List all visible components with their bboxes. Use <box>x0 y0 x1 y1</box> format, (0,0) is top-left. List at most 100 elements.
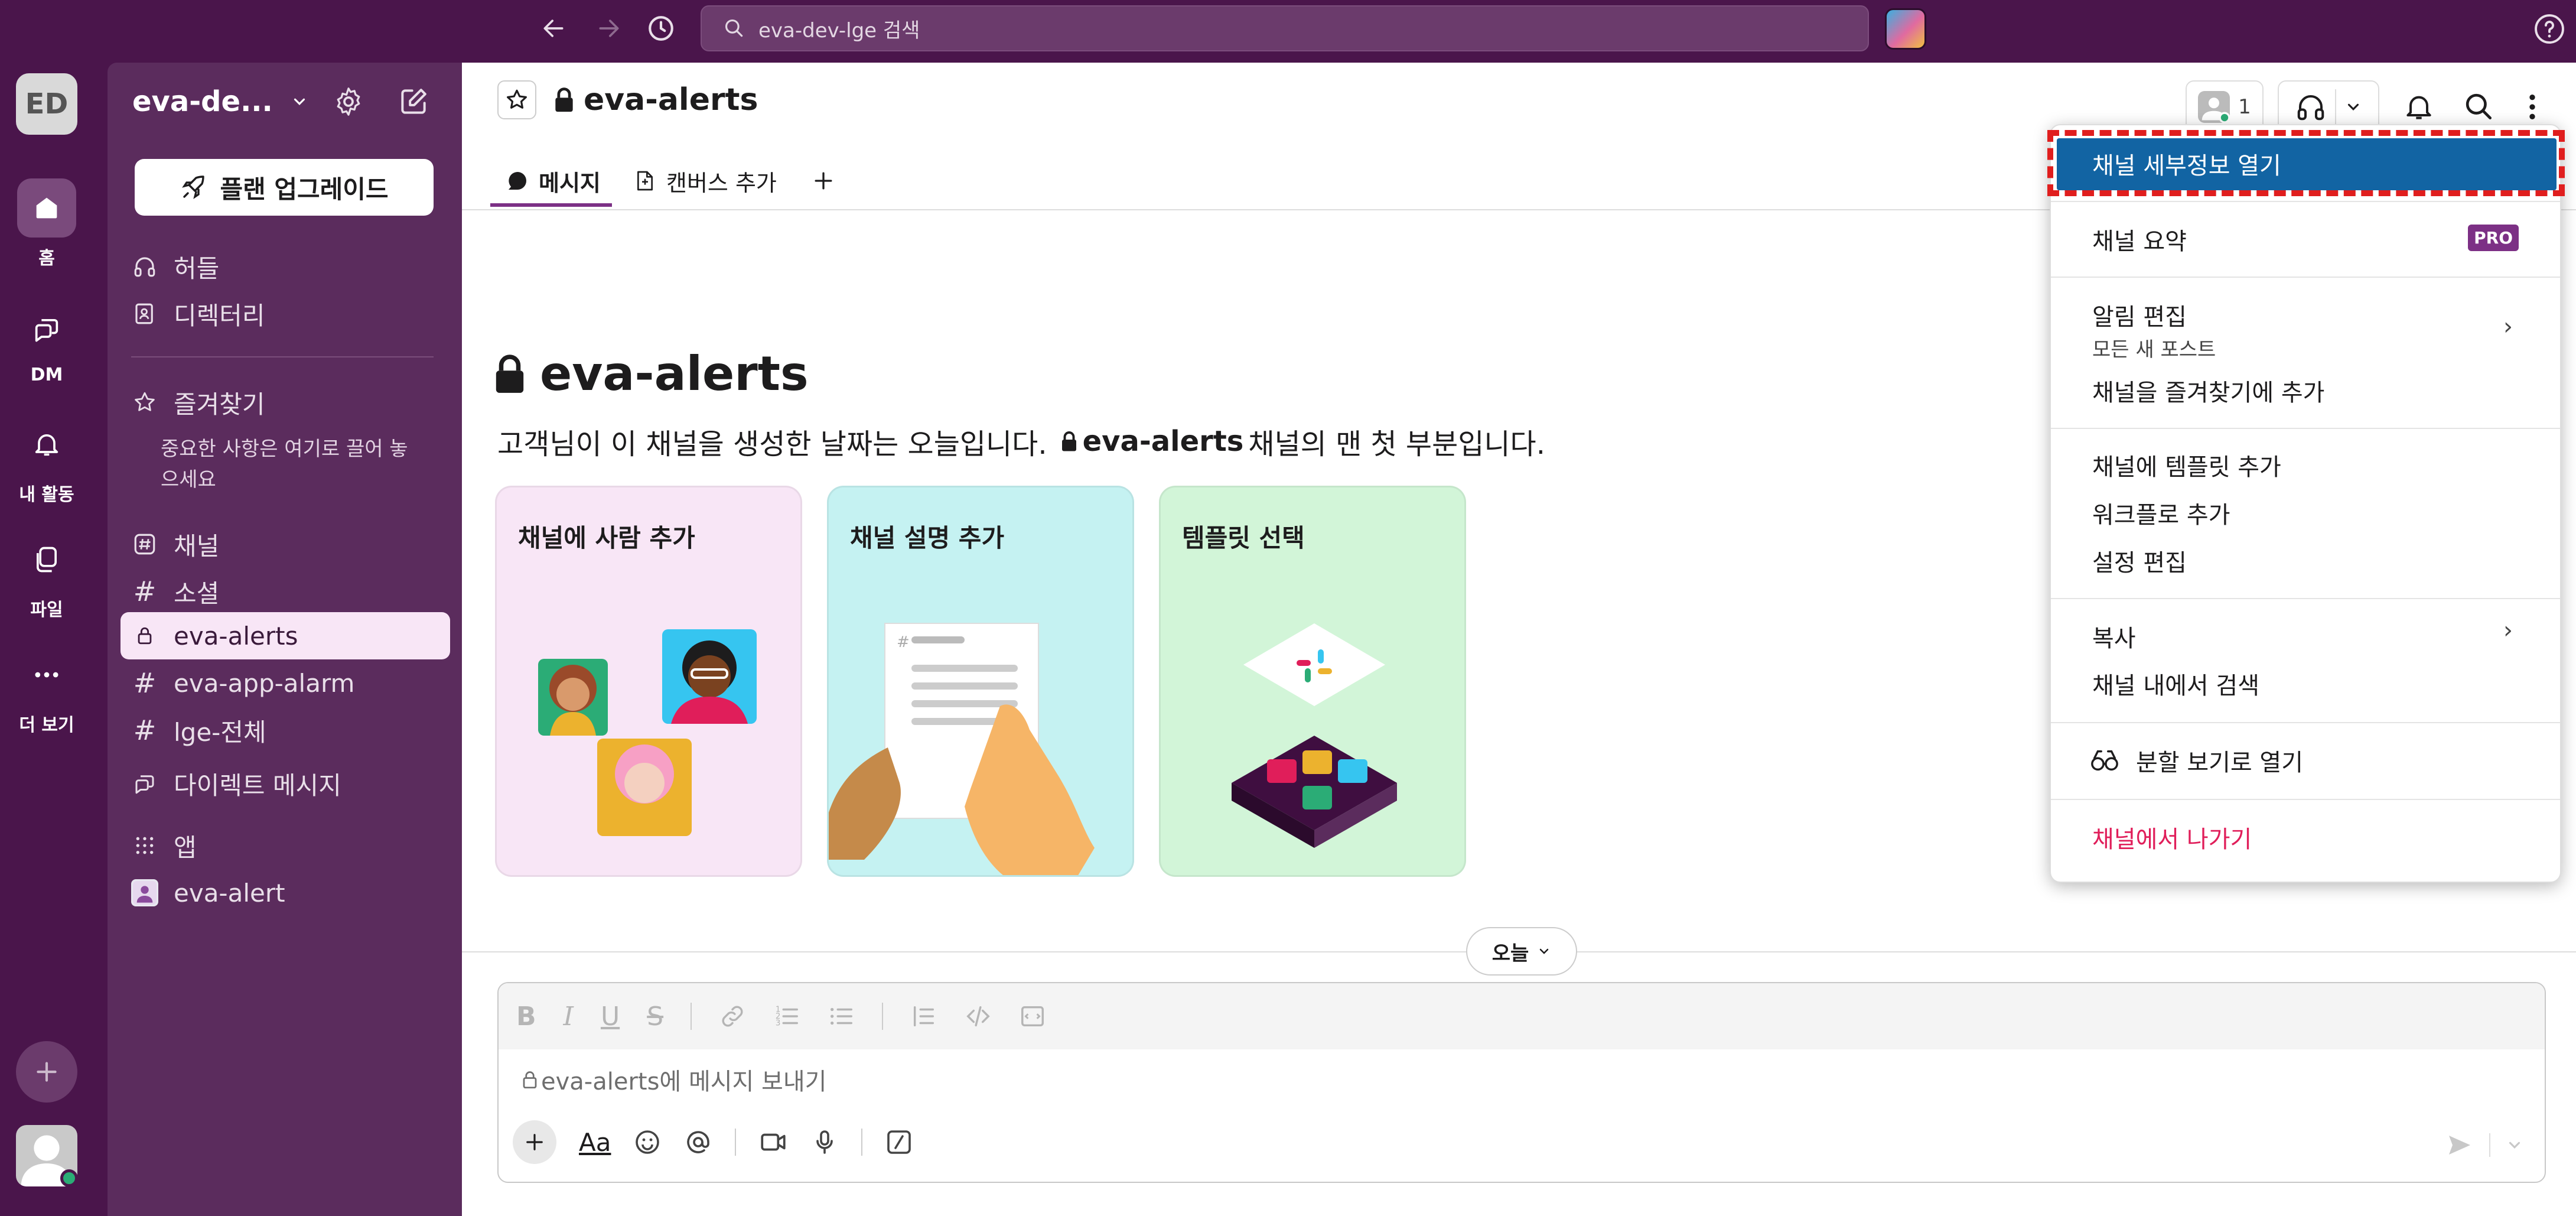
menu-divider <box>2051 428 2560 429</box>
lock-icon <box>555 87 573 112</box>
sidebar-item-app-eva-alert[interactable]: eva-alert <box>131 872 285 913</box>
menu-item-copy[interactable]: 복사 <box>2092 619 2136 653</box>
menu-item-add-template[interactable]: 채널에 템플릿 추가 <box>2092 448 2281 482</box>
tab-messages[interactable]: 메시지 <box>506 157 601 204</box>
card-add-people[interactable]: 채널에 사람 추가 <box>495 486 802 877</box>
italic-icon[interactable]: I <box>564 1002 574 1032</box>
plus-icon <box>37 1062 57 1082</box>
rail-item-home[interactable]: 홈 <box>0 178 93 269</box>
member-avatar-icon <box>2198 91 2230 123</box>
video-icon[interactable] <box>758 1127 788 1157</box>
menu-item-edit-notifications[interactable]: 알림 편집 <box>2092 298 2187 332</box>
search-bar[interactable]: eva-dev-lge 검색 <box>701 5 1869 51</box>
chevron-down-icon[interactable] <box>2344 98 2362 116</box>
composer-toolbar: Aa <box>513 1120 913 1164</box>
ordered-list-icon[interactable]: 123 <box>773 1003 800 1030</box>
compose-icon[interactable] <box>397 85 430 118</box>
menu-item-edit-settings[interactable]: 설정 편집 <box>2092 544 2187 578</box>
menu-item-add-workflow[interactable]: 워크플로 추가 <box>2092 496 2230 530</box>
channel-options-menu: 채널 세부정보 열기 채널 요약 PRO 알림 편집 모든 새 포스트 › 채널… <box>2047 124 2565 883</box>
lock-icon <box>1061 431 1076 451</box>
sidebar-section-starred[interactable]: 즐겨찾기 <box>131 382 265 423</box>
active-tab-indicator <box>490 203 612 207</box>
tab-add-canvas[interactable]: 캔버스 추가 <box>633 157 777 204</box>
sidebar-item-channel-eva-app-alarm[interactable]: # eva-app-alarm <box>131 662 355 704</box>
sidebar-item-channel-social[interactable]: # 소셜 <box>131 571 220 612</box>
sidebar-item-huddles[interactable]: 허들 <box>131 246 219 287</box>
attach-plus-button[interactable] <box>513 1120 556 1164</box>
top-bar: eva-dev-lge 검색 <box>0 0 2576 57</box>
rocket-icon <box>182 175 205 199</box>
chevron-down-icon <box>1540 948 1549 954</box>
rail-item-dm[interactable]: DM <box>0 300 93 385</box>
menu-item-channel-summary[interactable]: 채널 요약 <box>2092 222 2187 256</box>
workspace-icon[interactable]: ED <box>16 73 77 135</box>
workspace-name[interactable]: eva-de... <box>132 85 308 118</box>
history-clock-icon[interactable] <box>644 12 678 45</box>
online-status-dot <box>60 1169 78 1187</box>
bullet-list-icon[interactable] <box>828 1003 855 1030</box>
chevron-down-icon <box>294 98 305 105</box>
rail-item-activity[interactable]: 내 활동 <box>0 415 93 506</box>
split-view-icon <box>2091 750 2118 771</box>
date-divider-button[interactable]: 오늘 <box>1466 927 1577 976</box>
send-icon[interactable] <box>2445 1131 2474 1159</box>
channel-sidebar: eva-de... 플랜 업그레이드 허들 디렉터리 즐겨찾기 중요한 사항은 … <box>108 63 462 1216</box>
message-input[interactable]: eva-alerts에 메시지 보내기 <box>522 1062 826 1097</box>
user-profile-avatar-top[interactable] <box>1885 8 1926 50</box>
code-icon[interactable] <box>965 1003 992 1030</box>
emoji-icon[interactable] <box>633 1128 662 1156</box>
workspace-rail: ED 홈 DM 내 활동 파일 더 보기 <box>0 57 108 1216</box>
chevron-down-icon[interactable] <box>2506 1136 2523 1154</box>
forward-arrow-icon[interactable] <box>592 12 626 45</box>
add-tab-button[interactable] <box>810 157 836 204</box>
channel-header-title: eva-alerts <box>497 80 758 119</box>
document-illustration: # <box>829 623 1095 875</box>
sidebar-section-channels[interactable]: 채널 <box>131 524 219 565</box>
card-choose-template[interactable]: 템플릿 선택 <box>1159 486 1466 877</box>
blockquote-icon[interactable] <box>910 1003 937 1030</box>
channel-hash-box-icon <box>131 531 158 558</box>
code-block-icon[interactable] <box>1019 1003 1046 1030</box>
upgrade-plan-button[interactable]: 플랜 업그레이드 <box>135 159 434 216</box>
menu-item-split-view[interactable]: 분할 보기로 열기 <box>2090 743 2303 778</box>
text-format-toggle[interactable]: Aa <box>579 1128 611 1157</box>
svg-text:3: 3 <box>776 1019 781 1028</box>
menu-item-add-to-starred[interactable]: 채널을 즐겨찾기에 추가 <box>2092 373 2324 408</box>
menu-item-leave-channel[interactable]: 채널에서 나가기 <box>2092 820 2252 854</box>
menu-item-search-in-channel[interactable]: 채널 내에서 검색 <box>2092 666 2259 701</box>
star-icon <box>131 389 158 416</box>
back-arrow-icon[interactable] <box>537 12 570 45</box>
channel-name-button[interactable]: eva-alerts <box>553 82 758 118</box>
notification-setting-subtext: 모든 새 포스트 <box>2092 338 2216 362</box>
sidebar-item-channel-lge-all[interactable]: # lge-전체 <box>131 710 266 751</box>
rail-item-files[interactable]: 파일 <box>0 530 93 621</box>
chevron-right-icon: › <box>2503 313 2513 340</box>
link-icon[interactable] <box>719 1003 746 1030</box>
headphones-icon <box>2297 95 2324 121</box>
rail-item-more[interactable]: 더 보기 <box>0 645 93 736</box>
template-box-illustration <box>1232 623 1397 848</box>
dm-icon <box>131 770 158 797</box>
underline-icon[interactable]: U <box>601 1002 620 1032</box>
help-icon[interactable] <box>2532 12 2567 46</box>
add-workspace-button[interactable] <box>16 1041 77 1103</box>
strikethrough-icon[interactable]: S <box>647 1002 663 1032</box>
card-add-description[interactable]: 채널 설명 추가 # <box>827 486 1134 877</box>
sidebar-section-direct-messages[interactable]: 다이렉트 메시지 <box>131 763 341 804</box>
bold-icon[interactable]: B <box>516 1002 536 1032</box>
microphone-icon[interactable] <box>810 1128 839 1156</box>
mention-icon[interactable] <box>684 1128 712 1156</box>
slash-command-icon[interactable] <box>885 1128 913 1156</box>
apps-grid-icon <box>131 832 158 859</box>
intro-channel-link[interactable]: eva-alerts <box>1083 425 1244 458</box>
people-illustration <box>538 629 757 836</box>
settings-gear-icon[interactable] <box>332 85 365 118</box>
star-channel-button[interactable] <box>497 80 536 119</box>
sidebar-section-apps[interactable]: 앱 <box>131 825 197 866</box>
sidebar-item-channel-eva-alerts[interactable]: eva-alerts <box>131 615 298 656</box>
sidebar-item-directory[interactable]: 디렉터리 <box>131 293 265 334</box>
message-composer[interactable]: B I U S 123 eva-alerts에 메시지 보내기 Aa <box>497 982 2546 1183</box>
home-icon <box>17 178 76 238</box>
plus-icon <box>815 172 832 190</box>
